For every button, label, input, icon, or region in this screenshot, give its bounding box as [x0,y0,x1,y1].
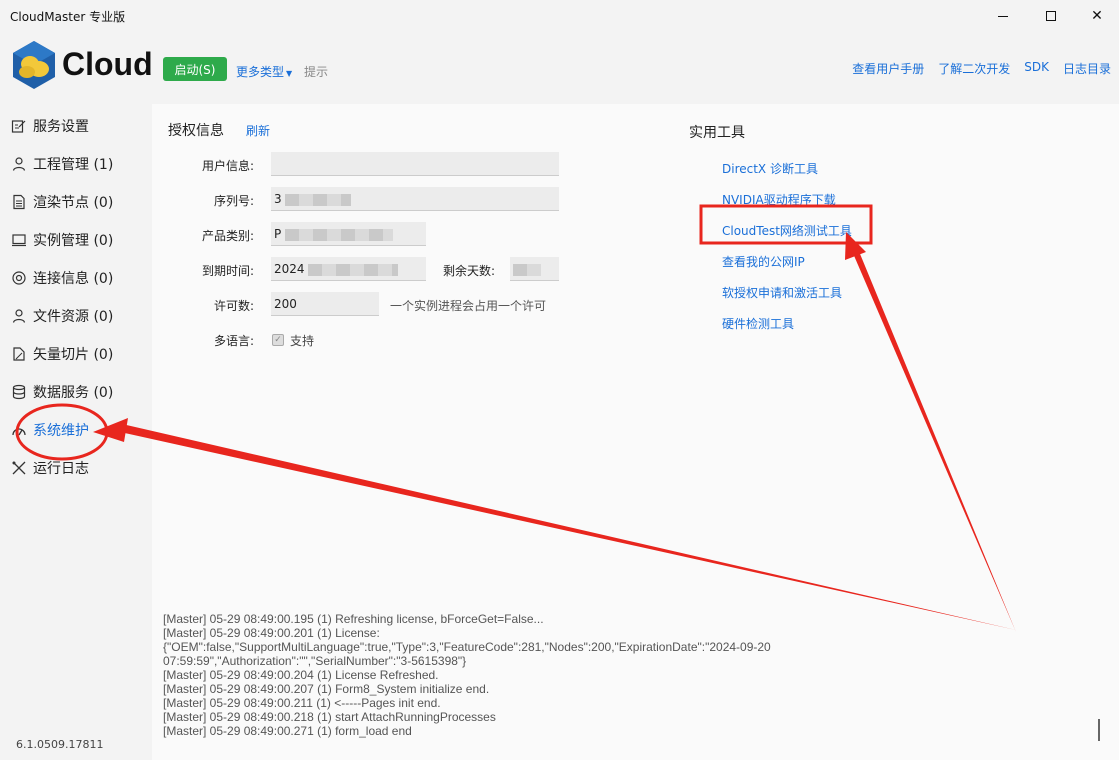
settings-edit-icon [10,117,28,135]
top-links: 查看用户手册 了解二次开发 SDK 日志目录 [852,60,1111,77]
window-title: CloudMaster 专业版 [10,10,126,24]
sidebar-item-label: 连接信息 (0) [33,271,114,287]
log-line: [Master] 05-29 08:49:00.201 (1) License: [163,626,380,640]
tools-icon [10,459,28,477]
redacted-block [285,228,394,241]
person-icon [10,307,28,325]
cloudtest-network-link[interactable]: CloudTest网络测试工具 [722,222,852,239]
remaining-days-label: 剩余天数: [442,264,495,278]
user-info-field[interactable] [271,152,559,176]
product-label: 产品类别: [201,229,254,243]
main-panel: 授权信息 刷新 用户信息: 序列号: 3 产品类别: P 到期时间: 2024 … [152,104,1119,609]
sdk-link[interactable]: SDK [1024,60,1049,77]
monitor-icon [10,231,28,249]
refresh-link[interactable]: 刷新 [246,122,270,139]
license-section-title: 授权信息 [168,123,224,139]
log-directory-link[interactable]: 日志目录 [1063,60,1111,77]
title-bar: CloudMaster 专业版 ✕ [0,0,1119,32]
sidebar-item-data-services[interactable]: 数据服务 (0) [10,379,113,405]
product-field[interactable]: P [271,222,426,246]
sidebar-item-instance-management[interactable]: 实例管理 (0) [10,227,113,253]
person-icon [10,155,28,173]
serial-field[interactable]: 3 [271,187,559,211]
sidebar-item-label: 系统维护 [33,423,89,439]
permits-hint: 一个实例进程会占用一个许可 [390,299,547,313]
sidebar-item-run-log[interactable]: 运行日志 [10,455,89,481]
expiry-label: 到期时间: [201,264,254,278]
more-types-label: 更多类型 [236,65,285,79]
soft-license-link[interactable]: 软授权申请和激活工具 [722,284,842,301]
sidebar-item-vector-tiles[interactable]: 矢量切片 (0) [10,341,113,367]
sidebar-item-service-settings[interactable]: 服务设置 [10,113,89,139]
document-icon [10,193,28,211]
sidebar-item-file-resources[interactable]: 文件资源 (0) [10,303,113,329]
secondary-dev-link[interactable]: 了解二次开发 [938,60,1010,77]
redacted-block [513,263,541,276]
sidebar-item-label: 工程管理 (1) [33,157,114,173]
public-ip-link[interactable]: 查看我的公网IP [722,253,805,270]
log-line: [Master] 05-29 08:49:00.211 (1) <-----Pa… [163,696,441,710]
serial-label: 序列号: [213,194,254,208]
check-icon: ✓ [274,335,282,345]
nvidia-driver-link[interactable]: NVIDIA驱动程序下载 [722,191,836,208]
database-icon [10,383,28,401]
sidebar-item-label: 服务设置 [33,119,89,135]
log-line: {"OEM":false,"SupportMultiLanguage":true… [163,640,771,654]
log-line: [Master] 05-29 08:49:00.207 (1) Form8_Sy… [163,682,490,696]
redacted-block [308,263,399,276]
tools-section-title: 实用工具 [689,125,745,141]
sidebar-item-label: 实例管理 (0) [33,233,114,249]
sidebar-item-project-management[interactable]: 工程管理 (1) [10,151,113,177]
sidebar-item-label: 渲染节点 (0) [33,195,114,211]
remaining-days-field[interactable] [510,257,559,281]
user-info-label: 用户信息: [201,159,254,173]
sidebar-item-label: 数据服务 (0) [33,385,114,401]
multilang-check-label: 支持 [290,334,315,348]
close-icon: ✕ [1091,8,1103,24]
log-line: [Master] 05-29 08:49:00.271 (1) form_loa… [163,724,412,738]
minimize-button[interactable] [980,0,1026,32]
log-line: [Master] 05-29 08:49:00.218 (1) start At… [163,710,496,724]
sidebar: 服务设置 工程管理 (1) 渲染节点 (0) 实例管理 (0) 连接信息 (0)… [0,104,152,760]
sidebar-item-label: 文件资源 (0) [33,309,114,325]
user-manual-link[interactable]: 查看用户手册 [852,60,924,77]
sidebar-item-render-nodes[interactable]: 渲染节点 (0) [10,189,113,215]
multilang-label: 多语言: [213,334,254,348]
log-line: [Master] 05-29 08:49:00.195 (1) Refreshi… [163,612,544,626]
more-types-dropdown[interactable]: 更多类型 ▼ [236,63,292,80]
version-label: 6.1.0509.17811 [16,738,104,751]
logo-text: Cloud [62,46,153,82]
sidebar-item-label: 矢量切片 (0) [33,347,114,363]
log-scrollbar[interactable] [1098,719,1100,741]
start-button[interactable]: 启动(S) [163,57,227,81]
permits-field[interactable]: 200 [271,292,379,316]
multilang-checkbox[interactable]: ✓ [272,334,284,346]
serial-value: 3 [274,192,282,206]
tile-icon [10,345,28,363]
product-value: P [274,227,282,241]
connection-icon [10,269,28,287]
expiry-value: 2024 [274,262,305,276]
directx-diag-link[interactable]: DirectX 诊断工具 [722,160,818,177]
maintenance-icon [10,421,28,439]
minimize-icon [998,15,1008,17]
caret-down-icon: ▼ [286,69,293,78]
permits-value: 200 [274,297,297,311]
permits-label: 许可数: [213,299,254,313]
log-line: [Master] 05-29 08:49:00.204 (1) License … [163,668,439,682]
sidebar-item-label: 运行日志 [33,461,89,477]
close-button[interactable]: ✕ [1074,0,1119,32]
tip-link[interactable]: 提示 [304,63,328,80]
hardware-check-link[interactable]: 硬件检测工具 [722,315,794,332]
redacted-block [285,193,352,206]
log-panel[interactable]: [Master] 05-29 08:49:00.195 (1) Refreshi… [152,609,1119,760]
cloud-logo-icon [13,41,55,89]
sidebar-item-system-maintenance[interactable]: 系统维护 [10,417,89,443]
maximize-button[interactable] [1028,0,1074,32]
header: Cloud 启动(S) 更多类型 ▼ 提示 查看用户手册 了解二次开发 SDK 日… [0,32,1119,104]
maximize-icon [1046,11,1056,21]
log-line: 07:59:59","Authorization":"","SerialNumb… [163,654,467,668]
sidebar-item-connection-info[interactable]: 连接信息 (0) [10,265,113,291]
